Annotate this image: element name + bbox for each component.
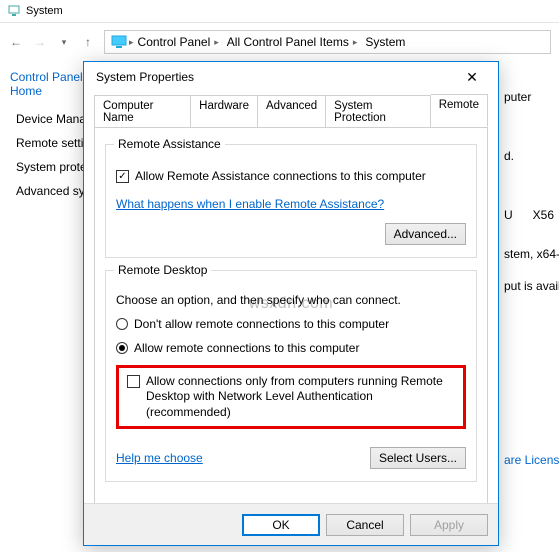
crumb-item[interactable]: System [361, 35, 409, 49]
advanced-button[interactable]: Advanced... [385, 223, 466, 245]
chevron-right-icon: ▸ [214, 37, 219, 48]
monitor-icon [109, 32, 129, 52]
highlight-annotation: Allow connections only from computers ru… [116, 365, 466, 430]
what-happens-link[interactable]: What happens when I enable Remote Assist… [116, 197, 384, 211]
crumb-item[interactable]: All Control Panel Items▸ [223, 35, 362, 49]
breadcrumb[interactable]: ▸ Control Panel▸ All Control Panel Items… [104, 30, 551, 54]
radio-label: Allow remote connections to this compute… [134, 341, 359, 355]
crumb-item[interactable]: Control Panel▸ [134, 35, 223, 49]
radio-icon [116, 342, 128, 354]
ok-button[interactable]: OK [242, 514, 320, 536]
tab-advanced[interactable]: Advanced [258, 95, 326, 128]
remote-assistance-group: Remote Assistance Allow Remote Assistanc… [105, 144, 477, 258]
license-link[interactable]: are License [504, 453, 559, 467]
tab-hardware[interactable]: Hardware [191, 95, 258, 128]
forward-button[interactable]: → [32, 34, 48, 50]
allow-remote-radio[interactable]: Allow remote connections to this compute… [116, 341, 466, 355]
intro-text: Choose an option, and then specify who c… [116, 293, 466, 307]
help-me-choose-link[interactable]: Help me choose [116, 451, 203, 465]
remote-desktop-group: Remote Desktop Choose an option, and the… [105, 270, 477, 483]
cancel-button[interactable]: Cancel [326, 514, 404, 536]
dialog-titlebar[interactable]: System Properties ✕ [84, 62, 498, 92]
checkbox-label: Allow Remote Assistance connections to t… [135, 169, 426, 185]
tab-remote[interactable]: Remote [431, 94, 488, 127]
checkbox-icon [127, 375, 140, 388]
checkbox-icon [116, 170, 129, 183]
nla-checkbox[interactable]: Allow connections only from computers ru… [127, 374, 455, 421]
radio-icon [116, 318, 128, 330]
recent-dropdown[interactable]: ▾ [56, 34, 72, 50]
monitor-icon [8, 5, 20, 17]
system-properties-dialog: System Properties ✕ Computer Name Hardwa… [83, 61, 499, 546]
group-title: Remote Desktop [114, 263, 211, 277]
cropped-info: puter d. UX56 stem, x64-b put is availa … [504, 90, 559, 485]
deny-remote-radio[interactable]: Don't allow remote connections to this c… [116, 317, 466, 331]
tab-computer-name[interactable]: Computer Name [94, 95, 191, 128]
radio-label: Don't allow remote connections to this c… [134, 317, 389, 331]
chevron-right-icon: ▸ [353, 37, 358, 48]
window-titlebar: System [0, 0, 559, 23]
apply-button[interactable]: Apply [410, 514, 488, 536]
up-button[interactable]: ↑ [80, 34, 96, 50]
address-bar: ← → ▾ ↑ ▸ Control Panel▸ All Control Pan… [0, 23, 559, 61]
close-button[interactable]: ✕ [452, 63, 492, 91]
tab-system-protection[interactable]: System Protection [326, 95, 431, 128]
dialog-title: System Properties [96, 70, 194, 84]
dialog-footer: OK Cancel Apply [84, 503, 498, 545]
tab-row: Computer Name Hardware Advanced System P… [94, 94, 488, 127]
window-title: System [26, 5, 63, 17]
allow-remote-assistance-checkbox[interactable]: Allow Remote Assistance connections to t… [116, 169, 466, 185]
group-title: Remote Assistance [114, 137, 225, 151]
tab-remote-content: Remote Assistance Allow Remote Assistanc… [94, 127, 488, 535]
checkbox-label: Allow connections only from computers ru… [146, 374, 455, 421]
select-users-button[interactable]: Select Users... [370, 447, 466, 469]
back-button[interactable]: ← [8, 34, 24, 50]
